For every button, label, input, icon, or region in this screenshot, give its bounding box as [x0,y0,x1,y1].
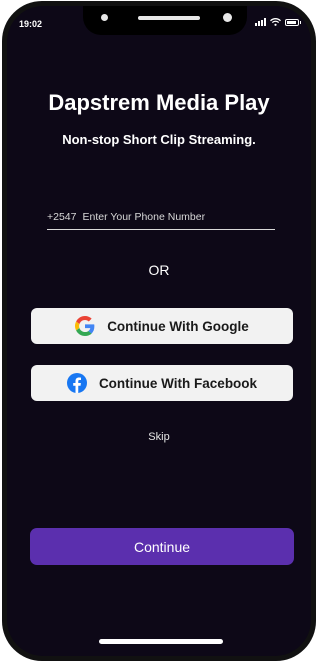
facebook-icon [66,373,87,393]
home-indicator[interactable] [99,639,223,644]
facebook-button-label: Continue With Facebook [98,375,258,391]
status-time: 19:02 [19,19,43,29]
battery-icon [285,18,301,26]
phone-frame: 19:02 Dapstrem Media Play Non-stop Short… [2,1,316,661]
or-divider: OR [148,262,170,278]
continue-button[interactable]: Continue [30,528,294,565]
app-title: Dapstrem Media Play [48,90,270,115]
device-notch [83,6,247,35]
app-screen: 19:02 Dapstrem Media Play Non-stop Short… [7,6,311,656]
speaker-grille [138,16,200,20]
continue-with-google-button[interactable]: Continue With Google [31,308,293,344]
front-camera-icon [223,13,232,22]
google-icon [75,316,95,336]
camera-dot-icon [101,14,108,21]
app-subtitle: Non-stop Short Clip Streaming. [62,132,256,147]
phone-number-input[interactable]: +2547 Enter Your Phone Number [47,209,275,230]
google-button-label: Continue With Google [107,318,249,334]
status-icons [255,18,301,26]
phone-number-placeholder: Enter Your Phone Number [82,211,206,223]
continue-with-facebook-button[interactable]: Continue With Facebook [31,365,293,401]
country-code-prefix: +2547 [47,211,77,223]
skip-link[interactable]: Skip [7,431,311,443]
cellular-signal-icon [255,18,266,26]
wifi-icon [270,18,281,26]
